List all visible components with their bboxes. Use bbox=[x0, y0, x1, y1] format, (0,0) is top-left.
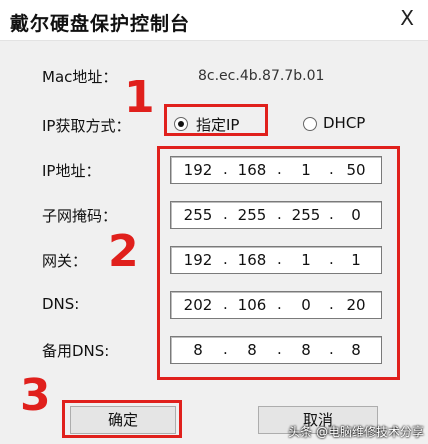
ip-mode-label: IP获取方式： bbox=[42, 117, 131, 135]
close-icon[interactable]: X bbox=[400, 8, 414, 28]
annotation-step-3: 3 bbox=[20, 370, 51, 421]
annotation-box-static-ip bbox=[164, 104, 268, 136]
dialog-window: 戴尔硬盘保护控制台 X Mac地址： 8c.ec.4b.87.7b.01 IP获… bbox=[0, 0, 428, 444]
radio-dhcp-indicator[interactable] bbox=[303, 117, 317, 131]
ip-address-label: IP地址： bbox=[42, 162, 101, 180]
title-bar: 戴尔硬盘保护控制台 X bbox=[0, 0, 428, 41]
window-title: 戴尔硬盘保护控制台 bbox=[10, 13, 191, 35]
annotation-box-fields bbox=[157, 146, 400, 380]
subnet-mask-label: 子网掩码： bbox=[42, 207, 118, 225]
mac-label: Mac地址： bbox=[42, 68, 118, 86]
annotation-box-ok bbox=[62, 400, 182, 438]
gateway-label: 网关： bbox=[42, 252, 88, 270]
dns-label: DNS: bbox=[42, 295, 80, 313]
alternate-dns-label: 备用DNS: bbox=[42, 342, 110, 360]
annotation-step-1: 1 bbox=[124, 72, 155, 123]
watermark: 头条 @电脑维修技术分享 bbox=[288, 425, 424, 439]
radio-dhcp-label[interactable]: DHCP bbox=[323, 114, 365, 132]
annotation-step-2: 2 bbox=[108, 226, 139, 277]
mac-value: 8c.ec.4b.87.7b.01 bbox=[198, 68, 325, 84]
